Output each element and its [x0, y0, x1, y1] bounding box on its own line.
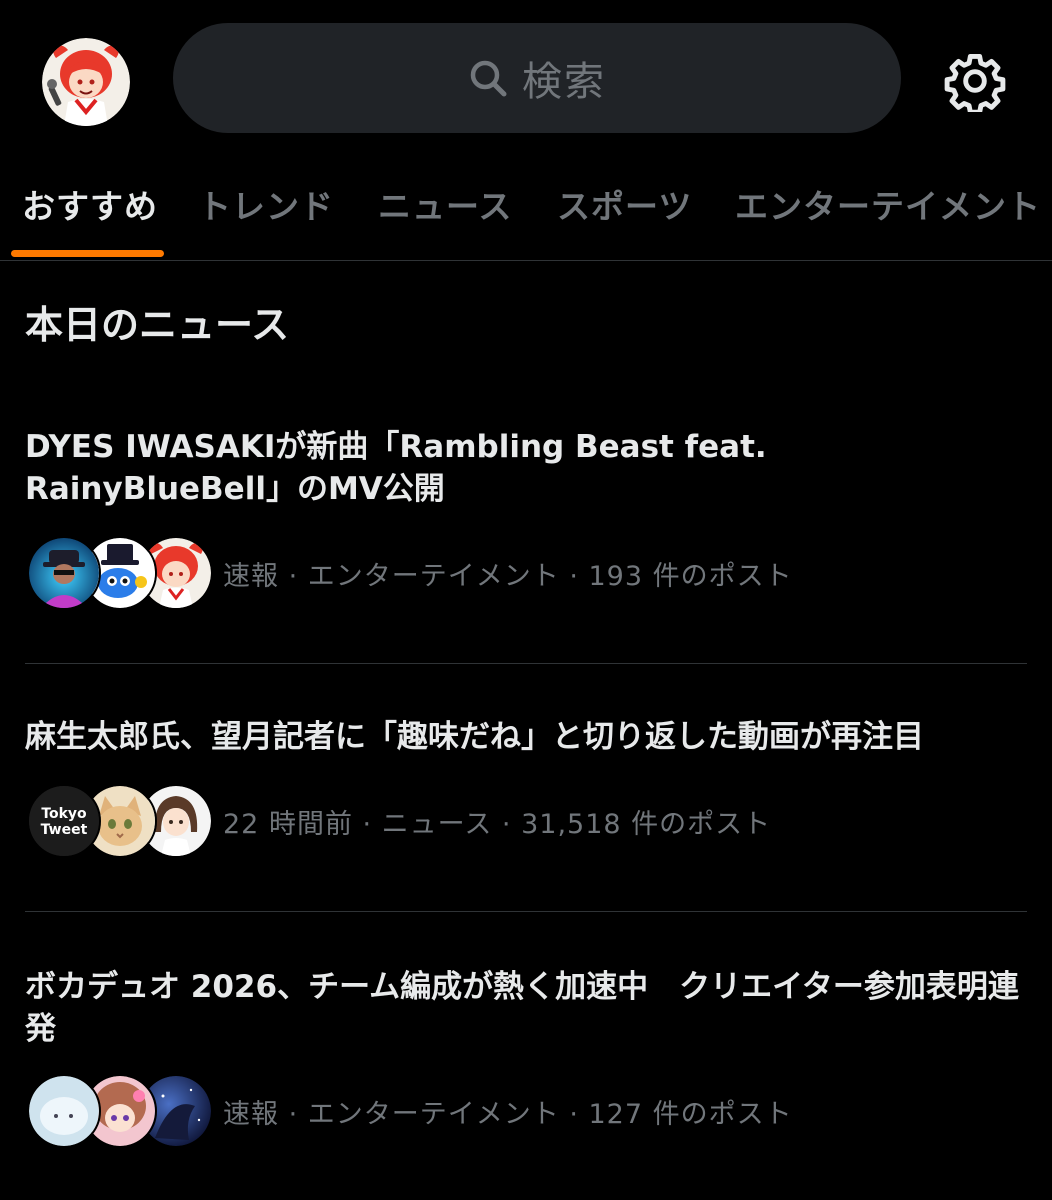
tab-bar: おすすめ トレンド ニュース スポーツ エンターテイメント	[0, 160, 1052, 261]
divider	[25, 663, 1027, 664]
news-title[interactable]: DYES IWASAKIが新曲「Rambling Beast feat. Rai…	[25, 426, 1027, 510]
tab-sports[interactable]: スポーツ	[557, 180, 692, 228]
tab-osusume[interactable]: おすすめ	[22, 180, 158, 228]
news-item[interactable]: DYES IWASAKIが新曲「Rambling Beast feat. Rai…	[25, 426, 1027, 626]
avatar-text: Tokyo	[41, 806, 87, 822]
avatar-stack	[27, 1074, 213, 1148]
divider	[25, 911, 1027, 912]
news-meta: 速報 · エンターテイメント · 193 件のポスト	[223, 561, 793, 592]
active-tab-indicator	[11, 250, 164, 257]
news-meta: 22 時間前 · ニュース · 31,518 件のポスト	[223, 809, 772, 840]
top-bar: 検索	[0, 0, 1052, 160]
search-placeholder: 検索	[522, 59, 606, 105]
avatar	[27, 1074, 101, 1148]
avatar-stack	[27, 536, 213, 610]
search-bar[interactable]: 検索	[173, 23, 901, 133]
avatar: Tokyo Tweet	[27, 784, 101, 858]
tab-trend[interactable]: トレンド	[198, 180, 334, 228]
profile-avatar-image	[42, 38, 130, 126]
gear-icon[interactable]	[944, 50, 1006, 115]
profile-avatar[interactable]	[42, 38, 130, 126]
news-meta-row: 速報 · エンターテイメント · 193 件のポスト	[25, 536, 1027, 610]
news-title[interactable]: 麻生太郎氏、望月記者に「趣味だね」と切り返した動画が再注目	[25, 716, 1027, 758]
news-item[interactable]: ボカデュオ 2026、チーム編成が熱く加速中 クリエイター参加表明連発 速報 ·…	[25, 966, 1027, 1166]
search-icon	[468, 58, 508, 98]
avatar-stack: Tokyo Tweet	[27, 784, 213, 858]
news-title[interactable]: ボカデュオ 2026、チーム編成が熱く加速中 クリエイター参加表明連発	[25, 966, 1027, 1050]
tab-news[interactable]: ニュース	[378, 180, 512, 228]
avatar-text: Tweet	[41, 822, 88, 838]
tab-entertainment[interactable]: エンターテイメント	[735, 180, 1041, 228]
news-meta-row: 速報 · エンターテイメント · 127 件のポスト	[25, 1074, 1027, 1148]
news-item[interactable]: 麻生太郎氏、望月記者に「趣味だね」と切り返した動画が再注目 Tokyo Twee…	[25, 716, 1027, 876]
section-title: 本日のニュース	[25, 303, 290, 347]
news-meta-row: Tokyo Tweet 22 時間前 · ニュース · 31,518 件のポスト	[25, 784, 1027, 858]
news-meta: 速報 · エンターテイメント · 127 件のポスト	[223, 1099, 793, 1130]
avatar	[27, 536, 101, 610]
